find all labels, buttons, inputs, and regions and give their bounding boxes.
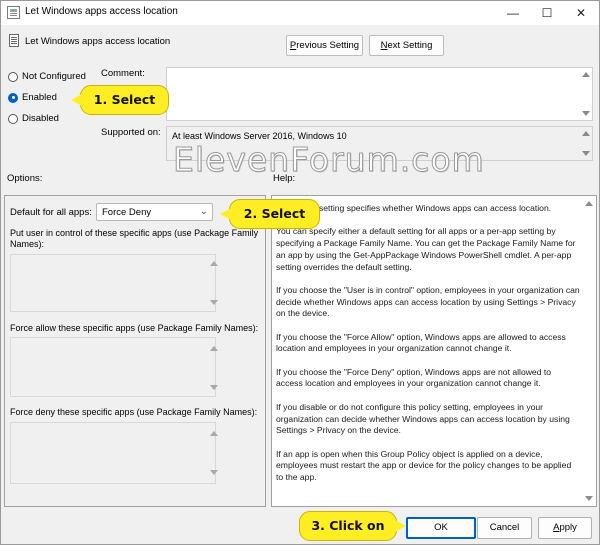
list-scrollbar[interactable] — [210, 346, 218, 390]
callout-step-3: 3. Click on — [299, 511, 406, 541]
list-scrollbar[interactable] — [210, 261, 218, 305]
user-control-list[interactable] — [10, 254, 218, 312]
default-apps-label: Default for all apps: — [10, 207, 92, 218]
callout-text: 2. Select — [243, 206, 306, 221]
apply-label: pply — [559, 522, 577, 533]
radio-circle — [8, 71, 18, 82]
radio-disabled[interactable]: Disabled — [8, 113, 59, 124]
callout-pointer — [220, 208, 231, 220]
force-allow-label: Force allow these specific apps (use Pac… — [10, 323, 259, 333]
callout-pointer — [395, 520, 406, 532]
scroll-up-icon[interactable] — [585, 201, 593, 206]
callout-step-2: 2. Select — [220, 199, 320, 229]
user-control-label: Put user in control of these specific ap… — [10, 228, 259, 249]
scroll-down-icon[interactable] — [210, 300, 218, 305]
scroll-up-icon[interactable] — [582, 131, 590, 136]
force-allow-list[interactable] — [10, 337, 218, 397]
chevron-down-icon: ⌄ — [199, 206, 208, 217]
force-deny-list[interactable] — [10, 422, 218, 484]
default-apps-dropdown[interactable]: Force Deny ⌄ — [96, 203, 213, 221]
policy-setting-icon — [9, 34, 19, 47]
radio-enabled[interactable]: Enabled — [8, 92, 57, 103]
help-pane: This policy setting specifies whether Wi… — [271, 195, 597, 507]
force-deny-label: Force deny these specific apps (use Pack… — [10, 407, 258, 417]
callout-step-1: 1. Select — [71, 85, 169, 115]
window-title: Let Windows apps access location — [25, 6, 178, 17]
comment-scrollbar[interactable] — [580, 68, 592, 120]
scroll-down-icon[interactable] — [210, 385, 218, 390]
cancel-button[interactable]: Cancel — [477, 517, 532, 539]
maximize-button[interactable]: ☐ — [531, 1, 563, 25]
next-label: ext Setting — [387, 40, 433, 51]
ok-button[interactable]: OK — [406, 517, 476, 539]
options-pane: Default for all apps: Force Deny ⌄ Put u… — [4, 195, 266, 507]
radio-label: Enabled — [22, 92, 57, 103]
scroll-up-icon[interactable] — [210, 431, 218, 436]
scroll-up-icon[interactable] — [210, 346, 218, 351]
help-paragraph: You can specify either a default setting… — [276, 226, 576, 272]
radio-circle — [8, 113, 18, 124]
apply-button[interactable]: Apply — [538, 517, 592, 539]
policy-dialog: Let Windows apps access location — ☐ ✕ L… — [0, 0, 600, 545]
scroll-down-icon[interactable] — [582, 111, 590, 116]
scroll-up-icon[interactable] — [210, 261, 218, 266]
help-paragraph: If you disable or do not configure this … — [276, 401, 570, 436]
callout-pointer — [71, 94, 82, 106]
radio-label: Disabled — [22, 113, 59, 124]
supported-scrollbar[interactable] — [580, 127, 592, 160]
scroll-up-icon[interactable] — [582, 72, 590, 77]
policy-app-icon — [7, 6, 20, 19]
radio-circle-selected — [8, 92, 18, 103]
previous-label: revious Setting — [296, 40, 360, 51]
callout-text: 1. Select — [93, 92, 156, 107]
list-scrollbar[interactable] — [210, 431, 218, 475]
comment-textarea[interactable] — [166, 67, 593, 121]
help-paragraph: If you choose the "Force Allow" option, … — [276, 331, 566, 354]
help-paragraph: If you choose the "Force Deny" option, W… — [276, 366, 552, 389]
radio-label: Not Configured — [22, 71, 86, 82]
help-paragraph: This policy setting specifies whether Wi… — [276, 203, 552, 213]
scroll-down-icon[interactable] — [210, 470, 218, 475]
help-text: This policy setting specifies whether Wi… — [276, 203, 580, 495]
watermark: ElevenForum.com — [173, 140, 485, 180]
help-scrollbar[interactable] — [584, 197, 595, 505]
setting-title: Let Windows apps access location — [25, 36, 171, 47]
next-setting-button[interactable]: Next Setting — [369, 35, 444, 56]
minimize-button[interactable]: — — [497, 1, 529, 25]
callout-text: 3. Click on — [311, 518, 385, 533]
help-paragraph: If you choose the "User is in control" o… — [276, 284, 580, 319]
options-label: Options: — [7, 173, 43, 184]
help-label: Help: — [273, 173, 296, 184]
close-button[interactable]: ✕ — [565, 1, 597, 25]
comment-label: Comment: — [101, 68, 145, 79]
title-bar: Let Windows apps access location — ☐ ✕ — [1, 1, 599, 25]
dropdown-value: Force Deny — [102, 207, 152, 218]
scroll-down-icon[interactable] — [582, 151, 590, 156]
scroll-down-icon[interactable] — [585, 496, 593, 501]
supported-on-label: Supported on: — [101, 127, 161, 138]
previous-setting-button[interactable]: Previous Setting — [286, 35, 363, 56]
help-paragraph: If an app is open when this Group Policy… — [276, 448, 572, 483]
radio-not-configured[interactable]: Not Configured — [8, 71, 86, 82]
